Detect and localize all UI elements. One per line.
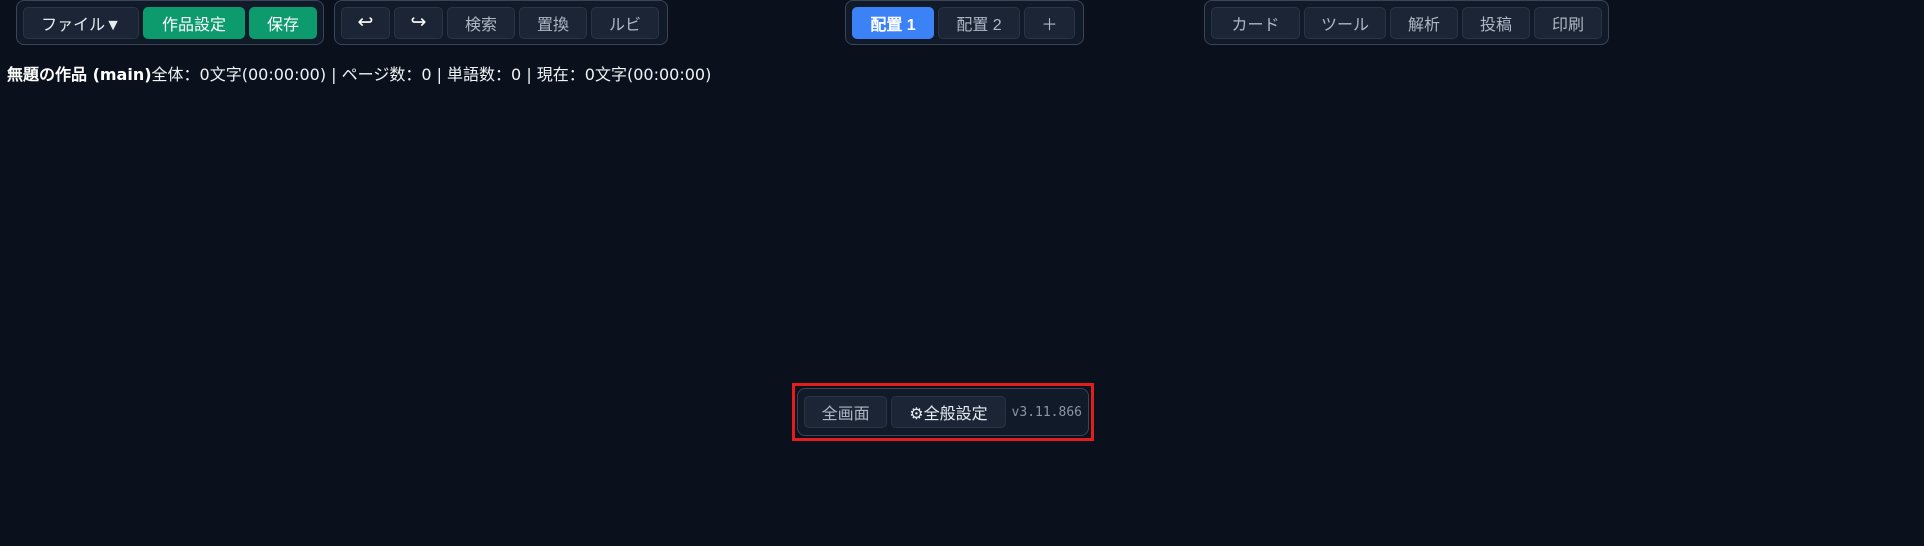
tab-layout-2[interactable]: 配置 2 bbox=[938, 6, 1020, 39]
undo-icon: ↩ bbox=[357, 12, 374, 33]
version-label: v3.11.866 bbox=[1011, 404, 1082, 420]
analysis-button[interactable]: 解析 bbox=[1390, 6, 1458, 39]
file-toolbar-group: ファイル▼ 作品設定 保存 bbox=[16, 0, 324, 45]
ruby-button[interactable]: ルビ bbox=[591, 6, 659, 39]
tab-layout-1[interactable]: 配置 1 bbox=[852, 6, 934, 39]
add-layout-button[interactable]: ＋ bbox=[1024, 6, 1075, 39]
card-button[interactable]: カード bbox=[1211, 6, 1300, 39]
search-button[interactable]: 検索 bbox=[447, 6, 515, 39]
tools-toolbar-group: カード ツール 解析 投稿 印刷 bbox=[1204, 0, 1609, 45]
save-button[interactable]: 保存 bbox=[249, 6, 317, 39]
print-button[interactable]: 印刷 bbox=[1534, 6, 1602, 39]
replace-button[interactable]: 置換 bbox=[519, 6, 587, 39]
tool-button[interactable]: ツール bbox=[1304, 6, 1386, 39]
redo-button[interactable]: ↪ bbox=[394, 6, 443, 39]
work-title: 無題の作品 (main) bbox=[7, 65, 152, 84]
file-menu-button[interactable]: ファイル▼ bbox=[23, 6, 139, 39]
edit-toolbar-group: ↩ ↪ 検索 置換 ルビ bbox=[334, 0, 668, 45]
redo-icon: ↪ bbox=[410, 12, 427, 33]
work-settings-button[interactable]: 作品設定 bbox=[143, 6, 245, 39]
status-summary: 全体：0文字(00:00:00) | ページ数：0 | 単語数：0 | 現在：0… bbox=[151, 65, 712, 84]
status-bar: 無題の作品 (main)全体：0文字(00:00:00) | ページ数：0 | … bbox=[7, 61, 711, 85]
footer-controls: 全画面 ⚙全般設定 v3.11.866 bbox=[797, 388, 1089, 436]
layout-tabs-group: 配置 1 配置 2 ＋ bbox=[845, 0, 1084, 45]
post-button[interactable]: 投稿 bbox=[1462, 6, 1530, 39]
general-settings-button[interactable]: ⚙全般設定 bbox=[891, 396, 1006, 428]
plus-icon: ＋ bbox=[1041, 16, 1058, 34]
fullscreen-button[interactable]: 全画面 bbox=[804, 396, 888, 428]
undo-button[interactable]: ↩ bbox=[341, 6, 390, 39]
